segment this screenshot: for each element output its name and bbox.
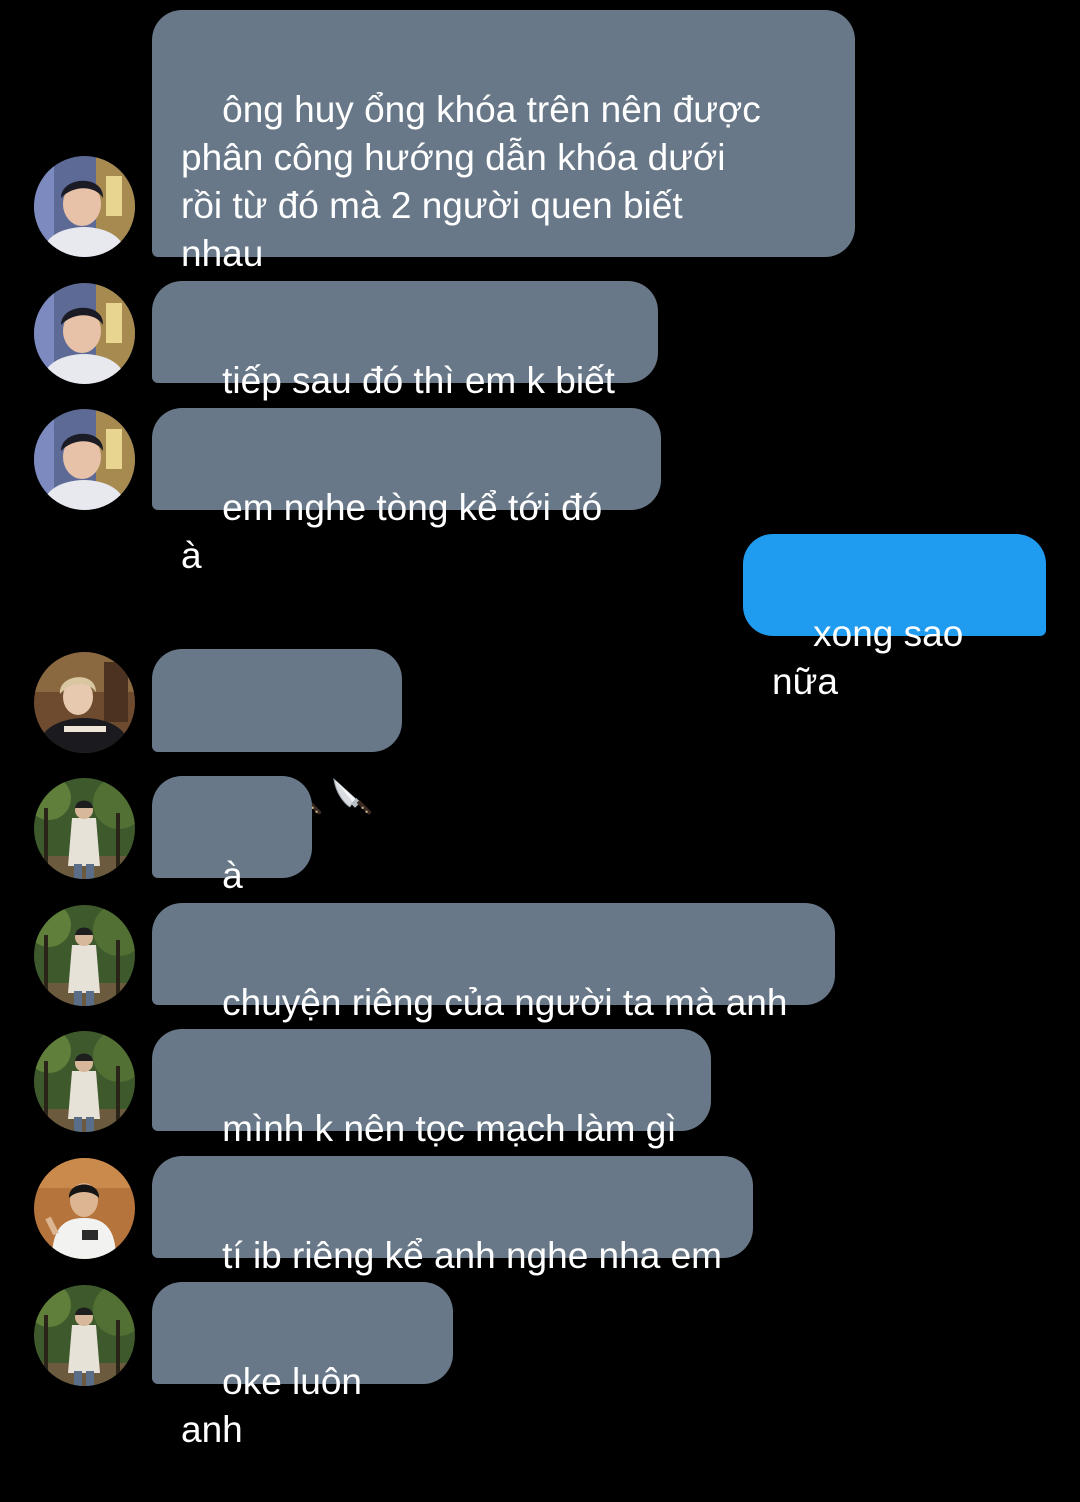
person-photo-icon — [34, 1285, 135, 1386]
message-bubble[interactable]: em nghe tòng kể tới đó à — [152, 408, 661, 576]
message-bubble[interactable]: tiếp sau đó thì em k biết — [152, 281, 658, 401]
kitchen-knife-icon — [330, 773, 374, 817]
person-photo-icon — [34, 156, 135, 257]
message-text: tí ib riêng kể anh nghe nha em — [222, 1235, 722, 1276]
message-bubble[interactable]: ông huy ổng khóa trên nên được phân công… — [152, 10, 855, 274]
chat-thread: ông huy ổng khóa trên nên được phân công… — [0, 0, 1080, 1450]
avatar-c[interactable] — [34, 1031, 135, 1132]
person-photo-icon — [34, 778, 135, 879]
person-photo-icon — [34, 409, 135, 510]
avatar-a[interactable] — [34, 156, 135, 257]
message-bubble-sent[interactable]: xong sao nữa — [743, 534, 1046, 702]
person-photo-icon — [34, 1031, 135, 1132]
message-text: mình k nên tọc mạch làm gì — [222, 1108, 677, 1149]
message-text: oke luôn anh — [181, 1361, 373, 1450]
avatar-a[interactable] — [34, 409, 135, 510]
message-bubble[interactable]: tí ib riêng kể anh nghe nha em — [152, 1156, 753, 1276]
person-photo-icon — [34, 1158, 135, 1259]
message-bubble[interactable]: mình k nên tọc mạch làm gì — [152, 1029, 711, 1149]
message-bubble[interactable] — [152, 649, 402, 752]
avatar-b[interactable] — [34, 652, 135, 753]
avatar-c[interactable] — [34, 778, 135, 879]
avatar-d[interactable] — [34, 1158, 135, 1259]
avatar-c[interactable] — [34, 905, 135, 1006]
message-text: chuyện riêng của người ta mà anh — [222, 982, 788, 1023]
message-text: em nghe tòng kể tới đó à — [181, 487, 613, 576]
message-text: ông huy ổng khóa trên nên được phân công… — [181, 89, 761, 274]
person-photo-icon — [34, 905, 135, 1006]
person-photo-icon — [34, 283, 135, 384]
message-text: tiếp sau đó thì em k biết — [222, 360, 615, 401]
message-text: xong sao nữa — [772, 613, 974, 702]
message-bubble[interactable]: chuyện riêng của người ta mà anh — [152, 903, 835, 1023]
person-photo-icon — [34, 652, 135, 753]
message-bubble[interactable]: oke luôn anh — [152, 1282, 453, 1450]
avatar-a[interactable] — [34, 283, 135, 384]
message-bubble[interactable]: à thôi — [152, 776, 312, 944]
avatar-c[interactable] — [34, 1285, 135, 1386]
